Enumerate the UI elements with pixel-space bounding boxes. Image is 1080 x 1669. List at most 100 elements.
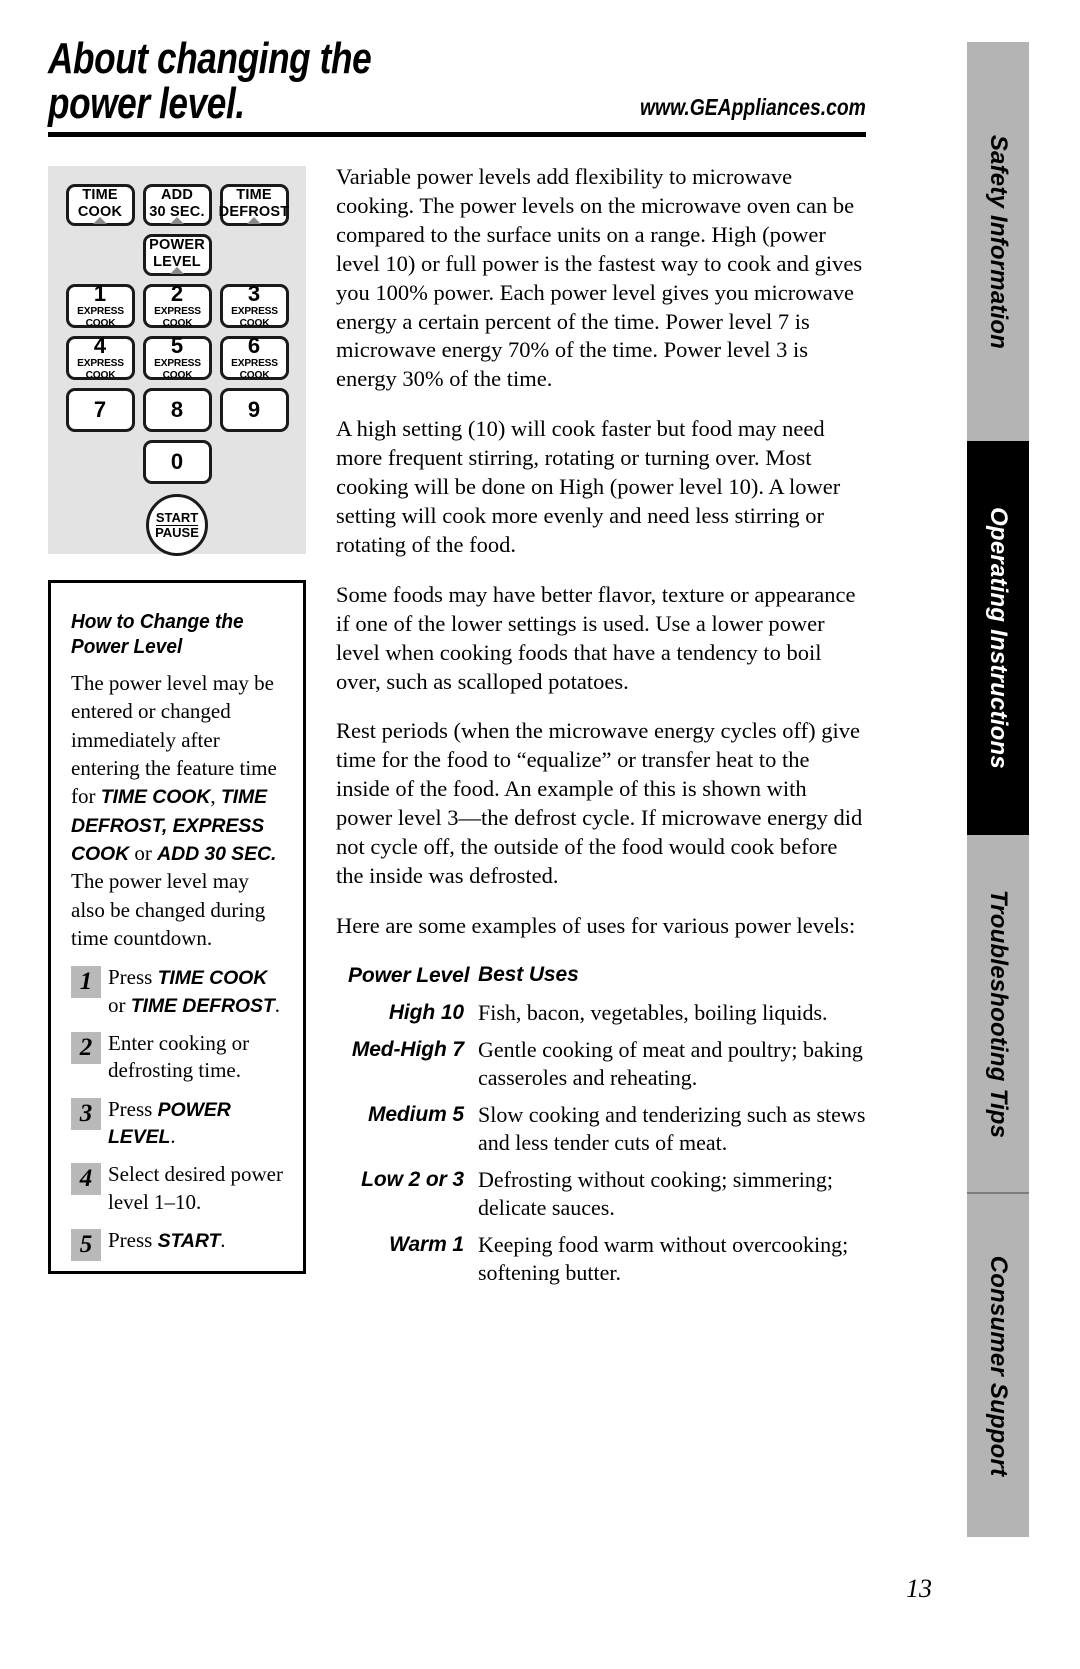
key-digit: 1 (93, 280, 107, 306)
howto-intro-paragraph: The power level may be entered or change… (71, 669, 285, 952)
step-text: Press POWER LEVEL. (108, 1096, 285, 1151)
key-digit: 2 (170, 280, 184, 306)
header-divider (48, 132, 866, 137)
key-sublabel: EXPRESS COOK (153, 304, 201, 329)
keypad-number-row-2: 4 EXPRESS COOK 5 EXPRESS COOK 6 EXPRESS … (62, 332, 292, 381)
keypad-number-row-3: 7 8 9 (62, 388, 292, 432)
indicator-triangle-icon (170, 217, 184, 224)
key-sublabel: EXPRESS COOK (230, 356, 278, 381)
power-level-table: Power Level Best Uses High 10 Fish, baco… (336, 962, 866, 1287)
key-number-2: 2 EXPRESS COOK (142, 280, 212, 329)
step-number-badge: 2 (71, 1032, 101, 1065)
website-url: www.GEAppliances.com (640, 93, 866, 120)
howto-button-time-cook: TIME COOK (100, 786, 211, 809)
step-text-post: . (220, 1228, 226, 1253)
cell-best-use: Defrosting without cooking; simmering; d… (478, 1167, 834, 1221)
key-start-label: START (155, 509, 199, 526)
cell-best-use: Gentle cooking of meat and poultry; baki… (478, 1037, 863, 1091)
key-number-5: 5 EXPRESS COOK (142, 332, 212, 381)
key-time-cook-label: TIME COOK (77, 187, 123, 220)
key-add-30-sec: ADD 30 SEC. (142, 184, 212, 226)
keypad-spacer (66, 234, 135, 276)
table-row: Low 2 or 3 Defrosting without cooking; s… (336, 1166, 866, 1222)
section-tab-sidebar: Safety Information Operating Instruction… (967, 42, 1029, 1537)
body-paragraph: Rest periods (when the microwave energy … (336, 718, 863, 888)
key-sublabel: EXPRESS COOK (153, 356, 201, 381)
step-number-badge: 4 (71, 1163, 101, 1196)
indicator-triangle-icon (170, 267, 184, 274)
sidebar-tab-label: Troubleshooting Tips (985, 889, 1012, 1138)
key-digit: 9 (247, 397, 261, 422)
keypad-start-row: START PAUSE (62, 494, 292, 556)
key-digit: 6 (247, 332, 261, 358)
howto-title: How to Change the Power Level (71, 610, 244, 658)
key-number-7: 7 (65, 388, 135, 432)
sidebar-tab-troubleshooting-tips[interactable]: Troubleshooting Tips (967, 835, 1029, 1192)
control-panel-diagram: TIME COOK ADD 30 SEC. TIME DEFROST POWER… (48, 166, 306, 556)
key-start-pause: START PAUSE (146, 494, 208, 556)
how-to-change-power-level-box: How to Change the Power Level The power … (48, 580, 306, 1274)
key-time-defrost-label: TIME DEFROST (218, 187, 290, 220)
body-paragraph: Some foods may have better flavor, textu… (336, 581, 856, 694)
howto-step-list: 1 Press TIME COOK or TIME DEFROST. 2 Ent… (71, 964, 285, 1262)
key-digit: 3 (247, 280, 261, 306)
step-number-badge: 5 (71, 1229, 101, 1262)
howto-intro-part-3: or (129, 841, 158, 866)
key-pause-label: PAUSE (155, 524, 199, 540)
table-row: High 10 Fish, bacon, vegetables, boiling… (336, 999, 866, 1027)
key-digit: 5 (170, 332, 184, 358)
keypad-number-row-4: 0 (62, 440, 292, 484)
body-paragraph: Here are some examples of uses for vario… (336, 912, 856, 938)
keypad-spacer (66, 440, 135, 484)
sidebar-tab-operating-instructions[interactable]: Operating Instructions (967, 441, 1029, 835)
indicator-triangle-icon (247, 217, 261, 224)
step-text: Press TIME COOK or TIME DEFROST. (108, 964, 285, 1019)
step-text-mid: or (108, 992, 131, 1017)
howto-step: 1 Press TIME COOK or TIME DEFROST. (71, 964, 285, 1019)
body-paragraph: A high setting (10) will cook faster but… (336, 416, 841, 557)
key-sublabel: EXPRESS COOK (230, 304, 278, 329)
keypad-spacer (220, 440, 289, 484)
step-text-pre: Press (108, 965, 158, 990)
key-digit: 0 (170, 449, 184, 474)
step-text-post: . (170, 1124, 176, 1149)
sidebar-tab-label: Consumer Support (985, 1255, 1012, 1476)
cell-best-use: Keeping food warm without overcooking; s… (478, 1232, 849, 1285)
howto-step: 4 Select desired power level 1–10. (71, 1161, 285, 1216)
manual-page: About changing the power level. www.GEAp… (0, 0, 1080, 1669)
keypad-spacer (220, 234, 289, 276)
page-number: 13 (906, 1574, 932, 1603)
indicator-triangle-icon (93, 217, 107, 224)
key-power-level-label: POWER LEVEL (149, 237, 205, 270)
cell-best-use: Slow cooking and tenderizing such as ste… (478, 1102, 866, 1156)
key-number-6: 6 EXPRESS COOK (219, 332, 289, 381)
table-row: Warm 1 Keeping food warm without overcoo… (336, 1231, 866, 1287)
key-sublabel: EXPRESS COOK (76, 304, 124, 329)
key-number-0: 0 (142, 440, 212, 484)
table-header-row: Power Level Best Uses (336, 962, 866, 990)
key-digit: 8 (170, 397, 184, 422)
page-header: About changing the power level. www.GEAp… (48, 36, 866, 127)
step-text-pre: Select desired power level 1–10. (108, 1162, 283, 1214)
key-power-level: POWER LEVEL (142, 234, 212, 276)
cell-best-use: Fish, bacon, vegetables, boiling liquids… (478, 1000, 828, 1026)
step-text-pre: Press (108, 1096, 158, 1121)
page-title: About changing the power level. (48, 34, 372, 129)
cell-power-level: Warm 1 (389, 1233, 464, 1257)
sidebar-tab-label: Safety Information (985, 134, 1012, 349)
key-time-cook: TIME COOK (65, 184, 135, 226)
column-header-best-uses: Best Uses (478, 962, 579, 986)
step-text-bold2: TIME DEFROST (130, 994, 275, 1017)
column-header-power-level: Power Level (348, 963, 470, 987)
key-digit: 7 (93, 397, 107, 422)
sidebar-tab-consumer-support[interactable]: Consumer Support (967, 1192, 1029, 1537)
sidebar-tab-safety-information[interactable]: Safety Information (967, 42, 1029, 441)
cell-power-level: Low 2 or 3 (361, 1168, 464, 1192)
key-digit: 4 (93, 332, 107, 358)
step-text-pre: Press (108, 1228, 158, 1253)
step-text-bold: START (157, 1230, 221, 1253)
step-text: Press START. (108, 1227, 226, 1254)
key-number-9: 9 (219, 388, 289, 432)
keypad-power-level-row: POWER LEVEL (62, 234, 292, 276)
howto-intro-part-2: , (210, 784, 221, 809)
